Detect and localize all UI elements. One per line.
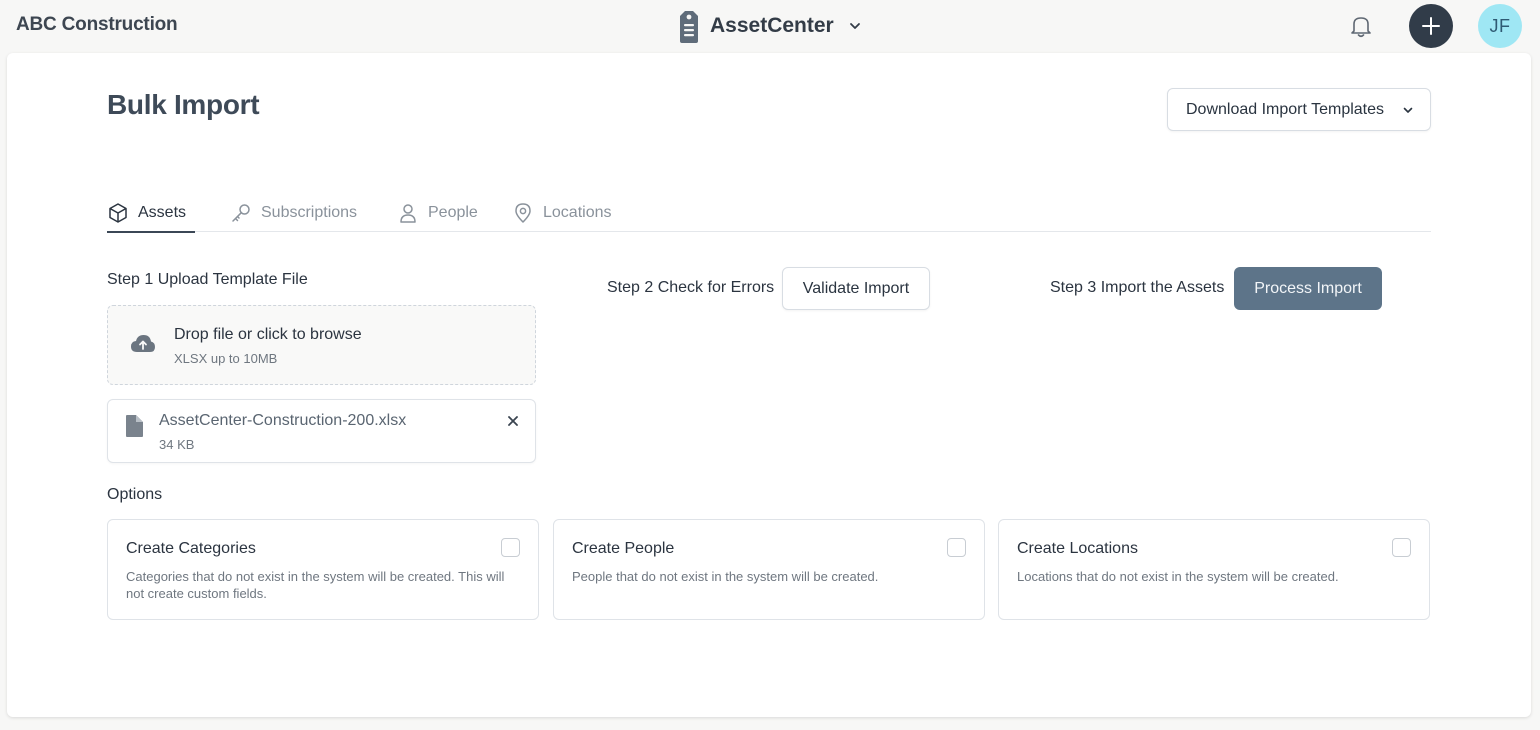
tab-label: People bbox=[428, 203, 478, 221]
tab-label: Locations bbox=[543, 203, 612, 221]
option-description: Locations that do not exist in the syste… bbox=[1017, 569, 1339, 584]
validate-import-button[interactable]: Validate Import bbox=[782, 267, 930, 310]
step1-label: Step 1 Upload Template File bbox=[107, 271, 308, 288]
create-people-checkbox[interactable] bbox=[947, 538, 966, 557]
option-description: People that do not exist in the system w… bbox=[572, 569, 879, 584]
box-icon bbox=[107, 202, 129, 224]
option-title: Create People bbox=[572, 540, 675, 557]
option-title: Create Categories bbox=[126, 540, 256, 557]
step2-label: Step 2 Check for Errors bbox=[607, 279, 775, 296]
option-create-categories[interactable]: Create Categories Categories that do not… bbox=[107, 519, 539, 620]
chevron-down-icon bbox=[1402, 103, 1414, 121]
tab-subscriptions[interactable]: Subscriptions bbox=[230, 193, 357, 232]
main-card: Bulk Import Download Import Templates As… bbox=[7, 53, 1531, 717]
file-name: AssetCenter-Construction-200.xlsx bbox=[159, 412, 407, 429]
chevron-down-icon bbox=[848, 19, 862, 33]
uploaded-file: AssetCenter-Construction-200.xlsx 34 KB bbox=[107, 399, 536, 463]
process-import-button[interactable]: Process Import bbox=[1234, 267, 1382, 310]
tab-label: Assets bbox=[138, 203, 187, 221]
option-create-people[interactable]: Create People People that do not exist i… bbox=[553, 519, 985, 620]
tab-label: Subscriptions bbox=[261, 203, 358, 221]
file-size: 34 KB bbox=[159, 437, 195, 452]
map-pin-icon bbox=[512, 202, 534, 224]
file-dropzone[interactable]: Drop file or click to browse XLSX up to … bbox=[107, 305, 536, 385]
option-create-locations[interactable]: Create Locations Locations that do not e… bbox=[998, 519, 1430, 620]
org-name[interactable]: ABC Construction bbox=[16, 14, 178, 36]
page-title: Bulk Import bbox=[107, 89, 260, 120]
dropzone-title: Drop file or click to browse bbox=[174, 326, 362, 343]
dropzone-hint: XLSX up to 10MB bbox=[174, 351, 278, 366]
create-locations-checkbox[interactable] bbox=[1392, 538, 1411, 557]
options-label: Options bbox=[107, 486, 163, 503]
download-templates-label: Download Import Templates bbox=[1186, 100, 1385, 118]
app-name: AssetCenter bbox=[710, 14, 834, 37]
app-switcher[interactable]: AssetCenter bbox=[676, 7, 862, 45]
create-categories-checkbox[interactable] bbox=[501, 538, 520, 557]
cloud-upload-icon bbox=[130, 333, 156, 360]
avatar[interactable]: JF bbox=[1478, 4, 1522, 48]
notifications-bell-icon[interactable] bbox=[1348, 12, 1374, 40]
option-description: Categories that do not exist in the syst… bbox=[126, 569, 505, 601]
add-new-button[interactable] bbox=[1409, 4, 1453, 48]
import-tabs: Assets Subscriptions People Locations bbox=[107, 193, 1431, 233]
tab-assets[interactable]: Assets bbox=[107, 193, 196, 233]
option-title: Create Locations bbox=[1017, 540, 1138, 557]
tab-people[interactable]: People bbox=[397, 193, 478, 232]
download-templates-button[interactable]: Download Import Templates bbox=[1167, 88, 1431, 131]
close-icon[interactable] bbox=[505, 413, 521, 429]
top-bar: ABC Construction AssetCenter JF bbox=[0, 0, 1540, 52]
plus-icon bbox=[1422, 17, 1440, 35]
key-icon bbox=[230, 202, 252, 224]
file-icon bbox=[124, 414, 144, 443]
tag-icon bbox=[676, 8, 702, 44]
step3-label: Step 3 Import the Assets bbox=[1050, 279, 1225, 296]
tab-locations[interactable]: Locations bbox=[512, 193, 612, 232]
person-icon bbox=[397, 202, 419, 224]
